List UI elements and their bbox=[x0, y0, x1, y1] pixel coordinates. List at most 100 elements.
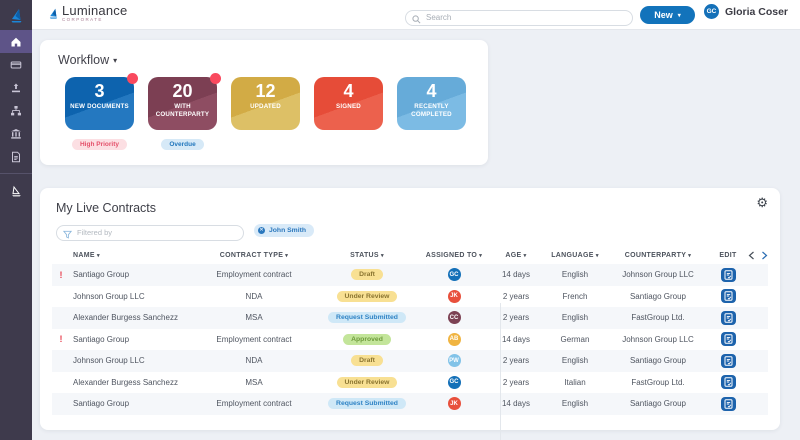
table-row[interactable]: Alexander Burgess Sanchezz MSA Request S… bbox=[52, 307, 768, 329]
edit-document-button[interactable] bbox=[720, 332, 736, 347]
card-with-counterparty[interactable]: 20 WITH COUNTERPARTY bbox=[148, 73, 221, 130]
gear-icon[interactable]: ⚙ bbox=[756, 196, 768, 209]
cell-name: Alexander Burgess Sanchezz bbox=[73, 377, 178, 387]
new-button-label: New bbox=[654, 10, 673, 20]
workflow-dropdown[interactable]: Workflow ▾ bbox=[58, 53, 117, 67]
urgent-icon: ! bbox=[59, 334, 63, 345]
table-row[interactable]: Johnson Group LLC NDA Draft PW 2 years E… bbox=[52, 350, 768, 372]
cell-status: Under Review bbox=[314, 290, 420, 302]
search-container bbox=[405, 7, 633, 26]
cell-age: 14 days bbox=[501, 270, 531, 280]
cell-edit bbox=[710, 332, 746, 347]
col-header-assigned-to[interactable]: ASSIGNED TO ▾ bbox=[420, 252, 488, 259]
card-count: 3 bbox=[94, 81, 105, 101]
cell-contract-type: Employment contract bbox=[216, 334, 292, 344]
cell-edit bbox=[710, 353, 746, 368]
remove-filter-icon[interactable]: ✕ bbox=[258, 226, 265, 234]
user-menu[interactable]: GC Gloria Coser bbox=[704, 4, 788, 19]
edit-document-icon bbox=[724, 356, 732, 366]
col-header-language[interactable]: LANGUAGE ▾ bbox=[544, 252, 606, 259]
card-updated[interactable]: 12 UPDATED bbox=[231, 77, 300, 130]
cell-assigned-to: AB bbox=[420, 332, 488, 346]
brand-sail-icon bbox=[48, 7, 59, 25]
card-count: 12 bbox=[255, 81, 276, 101]
overdue-badge[interactable]: Overdue bbox=[161, 139, 204, 150]
cell-age: 14 days bbox=[501, 334, 531, 344]
cell-counterparty: Johnson Group LLC bbox=[622, 334, 694, 344]
filter-chip-label: John Smith bbox=[269, 226, 307, 234]
sort-caret-icon: ▾ bbox=[380, 252, 384, 259]
workflow-panel: Workflow ▾ 3 NEW DOCUMENTS High Priority… bbox=[40, 40, 488, 165]
card-new-documents[interactable]: 3 NEW DOCUMENTS bbox=[65, 73, 138, 130]
column-divider bbox=[500, 303, 501, 440]
sidebar-item-sail[interactable] bbox=[0, 180, 32, 203]
cell-language: French bbox=[562, 291, 588, 301]
edit-document-icon bbox=[724, 399, 732, 409]
table-row[interactable]: Santiago Group Employment contract Reque… bbox=[52, 393, 768, 415]
edit-document-icon bbox=[724, 313, 732, 323]
new-button[interactable]: New ▾ bbox=[640, 6, 695, 24]
contracts-title: My Live Contracts bbox=[56, 201, 157, 215]
edit-document-button[interactable] bbox=[720, 289, 736, 304]
edit-document-button[interactable] bbox=[720, 353, 736, 368]
sidebar-item-institution[interactable] bbox=[0, 122, 32, 145]
col-header-edit: EDIT bbox=[719, 251, 737, 259]
sort-caret-icon: ▾ bbox=[96, 252, 100, 259]
cell-status: Request Submitted bbox=[314, 312, 420, 324]
search-input[interactable] bbox=[405, 9, 633, 26]
cell-status: Under Review bbox=[314, 376, 420, 388]
cell-counterparty: FastGroup Ltd. bbox=[631, 313, 685, 323]
cell-status: Draft bbox=[314, 355, 420, 367]
cell-counterparty: Johnson Group LLC bbox=[622, 270, 694, 280]
edit-document-button[interactable] bbox=[720, 375, 736, 390]
high-priority-badge[interactable]: High Priority bbox=[71, 139, 127, 150]
luminance-sail-logo-icon bbox=[0, 0, 32, 30]
status-badge: Request Submitted bbox=[328, 312, 406, 324]
card-recently-completed[interactable]: 4 RECENTLY COMPLETED bbox=[397, 77, 466, 130]
table-row[interactable]: Alexander Burgess Sanchezz MSA Under Rev… bbox=[52, 372, 768, 394]
card-label: WITH COUNTERPARTY bbox=[155, 102, 210, 118]
notification-dot bbox=[210, 73, 221, 84]
table-row[interactable]: ! Santiago Group Employment contract Dra… bbox=[52, 264, 768, 286]
edit-document-button[interactable] bbox=[720, 396, 736, 411]
cell-contract-type: Employment contract bbox=[216, 270, 292, 280]
card-label: UPDATED bbox=[250, 102, 281, 110]
assignee-avatar: JK bbox=[447, 397, 461, 411]
card-signed[interactable]: 4 SIGNED bbox=[314, 77, 383, 130]
col-header-contract-type[interactable]: CONTRACT TYPE ▾ bbox=[194, 252, 314, 259]
urgent-icon: ! bbox=[59, 269, 63, 280]
edit-document-button[interactable] bbox=[720, 310, 736, 325]
cell-counterparty: FastGroup Ltd. bbox=[631, 377, 685, 387]
search-icon bbox=[412, 11, 421, 29]
filter-input[interactable] bbox=[56, 224, 244, 241]
sidebar-item-hierarchy[interactable] bbox=[0, 99, 32, 122]
chevron-right-icon[interactable] bbox=[761, 251, 768, 260]
status-badge: Under Review bbox=[336, 376, 398, 388]
cell-assigned-to: JK bbox=[420, 397, 488, 411]
cell-age: 2 years bbox=[502, 291, 530, 301]
edit-document-button[interactable] bbox=[720, 267, 736, 282]
status-badge: Request Submitted bbox=[328, 398, 406, 410]
filter-chip-john-smith[interactable]: ✕ John Smith bbox=[254, 223, 315, 237]
cell-language: Italian bbox=[564, 377, 586, 387]
sidebar-item-cards[interactable] bbox=[0, 53, 32, 76]
assignee-avatar: PW bbox=[447, 354, 461, 368]
col-header-counterparty[interactable]: COUNTERPARTY ▾ bbox=[606, 252, 710, 259]
cell-counterparty: Santiago Group bbox=[629, 399, 687, 409]
sidebar-item-documents[interactable] bbox=[0, 145, 32, 168]
cell-assigned-to: GC bbox=[420, 375, 488, 389]
col-header-status[interactable]: STATUS ▾ bbox=[314, 252, 420, 259]
sidebar-item-home[interactable] bbox=[0, 30, 32, 53]
user-avatar: GC bbox=[704, 4, 719, 19]
sidebar-item-upload[interactable] bbox=[0, 76, 32, 99]
brand-subtitle: CORPORATE bbox=[62, 17, 103, 22]
cell-language: English bbox=[561, 270, 589, 280]
col-header-name[interactable]: NAME ▾ bbox=[70, 252, 194, 259]
col-header-age[interactable]: AGE ▾ bbox=[488, 252, 544, 259]
brand-logo[interactable]: Luminance CORPORATE bbox=[48, 4, 127, 25]
cell-age: 14 days bbox=[501, 399, 531, 409]
table-row[interactable]: ! Santiago Group Employment contract App… bbox=[52, 329, 768, 351]
chevron-left-icon[interactable] bbox=[748, 251, 755, 260]
table-row[interactable]: Johnson Group LLC NDA Under Review JK 2 … bbox=[52, 286, 768, 308]
cell-age: 2 years bbox=[502, 313, 530, 323]
